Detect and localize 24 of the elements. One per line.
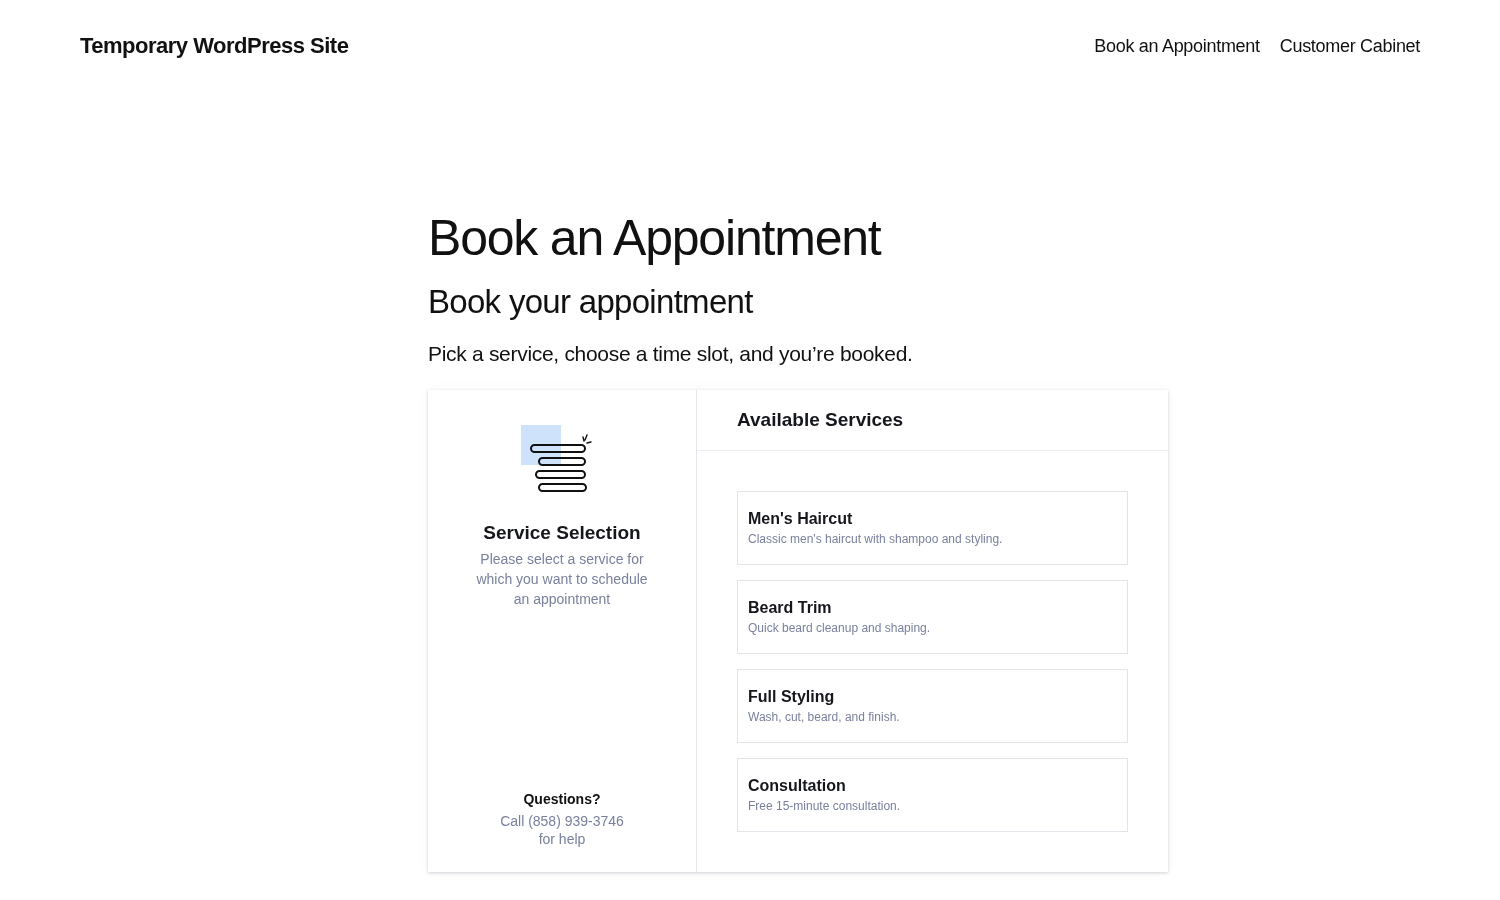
page-subtitle: Book your appointment [428,282,753,322]
services-heading: Available Services [737,408,904,432]
service-option[interactable]: Beard Trim Quick beard cleanup and shaping. [737,580,1128,654]
intro-text: Pick a service, choose a time slot, and you’re booked. [428,341,913,367]
page-title: Book an Appointment [428,209,881,268]
stacked-lines-icon [521,425,593,495]
service-name: Men's Haircut [748,509,854,529]
service-description: Wash, cut, beard, and finish. [748,709,901,725]
service-name: Full Styling [748,687,836,707]
service-description: Free 15-minute consultation. [748,798,902,814]
service-description: Quick beard cleanup and shaping. [748,620,932,636]
sidebar-description: Please select a service for which you want to schedule an appointment [475,550,649,609]
help-text: Call (858) 939-3746 for help [499,812,625,848]
service-option[interactable]: Men's Haircut Classic men's haircut with shampoo and styling. [737,491,1128,565]
service-option[interactable]: Full Styling Wash, cut, beard, and finish. [737,669,1128,743]
help-title: Questions? [523,790,601,809]
nav-link[interactable]: Book an Appointment [1094,34,1260,58]
service-description: Classic men's haircut with shampoo and styling. [748,531,1004,547]
service-name: Consultation [748,776,847,796]
service-option[interactable]: Consultation Free 15-minute consultation. [737,758,1128,832]
site-title-link[interactable]: Temporary WordPress Site [80,33,349,59]
sidebar-title: Service Selection [483,521,641,545]
nav-link[interactable]: Customer Cabinet [1279,34,1420,58]
service-name: Beard Trim [748,598,833,618]
